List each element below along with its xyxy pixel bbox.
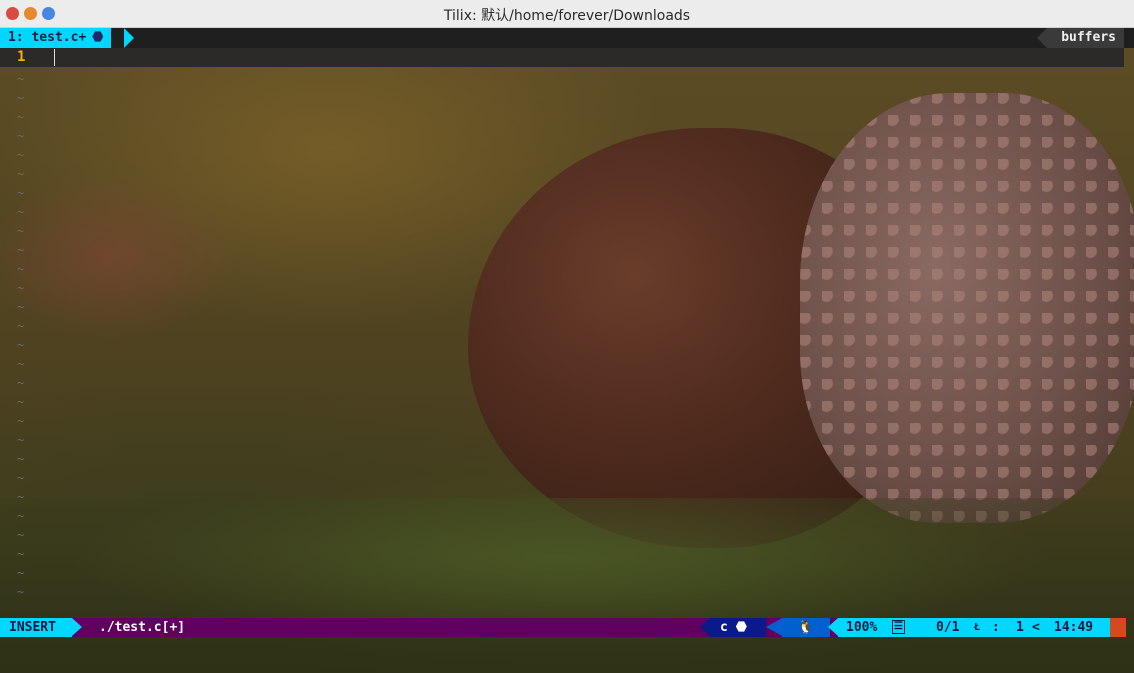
empty-line-marker: ~ — [17, 224, 25, 238]
empty-line-marker: ~ — [17, 547, 25, 561]
empty-line-marker: ~ — [17, 471, 25, 485]
moss-graphic — [0, 498, 1134, 673]
text-cursor — [54, 49, 55, 66]
empty-line-marker: ~ — [17, 490, 25, 504]
empty-line-marker: ~ — [17, 338, 25, 352]
empty-line-marker: ~ — [17, 186, 25, 200]
linux-tux-icon: 🐧 — [797, 620, 815, 635]
filetype-segment: c — [710, 618, 766, 637]
vim-tabline: 1: test.c+ buffers — [0, 28, 1134, 48]
os-segment: 🐧 — [782, 618, 830, 637]
empty-line-marker: ~ — [17, 205, 25, 219]
empty-line-markers: ~ ~ ~ ~ ~ ~ ~ ~ ~ ~ ~ ~ ~ ~ ~ ~ ~ ~ ~ ~ ~ ~ ~ ~ ~ ~ ~ ~ — [17, 70, 27, 602]
buffer-tab-label: 1: test.c+ — [8, 30, 87, 45]
position-segment: 100% ☰ 0/1 Ł : 1 < 14:49 — [838, 618, 1110, 637]
current-line: 1 — [1016, 620, 1024, 635]
filetype-separator-arrow — [700, 618, 710, 636]
terminal-background-image — [0, 28, 1134, 673]
buffer-tab-test-c[interactable]: 1: test.c+ — [0, 28, 112, 48]
ln-icon: Ł — [974, 622, 981, 633]
acorn-cap-graphic — [800, 93, 1134, 523]
c-language-icon — [735, 621, 747, 632]
filetype-label: c — [720, 620, 728, 635]
empty-line-marker: ~ — [17, 376, 25, 390]
position-separator-arrow — [828, 618, 838, 636]
line-number-icon: ☰ — [892, 620, 905, 634]
colon-separator: : — [992, 620, 1000, 635]
empty-line-marker: ~ — [17, 262, 25, 276]
window-titlebar: Tilix: 默认/home/forever/Downloads — [0, 0, 1134, 28]
statusline-endcap — [1110, 618, 1126, 637]
empty-line-marker: ~ — [17, 452, 25, 466]
empty-line-marker: ~ — [17, 167, 25, 181]
empty-line-marker: ~ — [17, 528, 25, 542]
empty-line-marker: ~ — [17, 148, 25, 162]
empty-line-marker: ~ — [17, 91, 25, 105]
empty-line-marker: ~ — [17, 357, 25, 371]
buffers-label: buffers — [1037, 28, 1124, 48]
empty-line-marker: ~ — [17, 414, 25, 428]
empty-line-marker: ~ — [17, 129, 25, 143]
chevron-left-icon: < — [1032, 620, 1040, 635]
line-number: 1 — [17, 49, 26, 65]
empty-line-marker: ~ — [17, 509, 25, 523]
empty-line-marker: ~ — [17, 243, 25, 257]
empty-line-marker: ~ — [17, 300, 25, 314]
empty-line-marker: ~ — [17, 566, 25, 580]
os-separator-arrow — [766, 618, 782, 636]
empty-line-marker: ~ — [17, 110, 25, 124]
empty-line-marker: ~ — [17, 319, 25, 333]
empty-line-marker: ~ — [17, 281, 25, 295]
tab-separator-arrow — [124, 28, 134, 48]
empty-line-marker: ~ — [17, 585, 25, 599]
error-count: 0/1 — [936, 620, 960, 635]
scroll-percent: 100% — [846, 620, 878, 635]
editor-cursor-line[interactable]: 1 — [0, 48, 1124, 67]
empty-line-marker: ~ — [17, 433, 25, 447]
empty-line-marker: ~ — [17, 395, 25, 409]
clock-time: 14:49 — [1054, 620, 1094, 635]
empty-line-marker: ~ — [17, 72, 25, 86]
file-path: ./test.c[+] — [99, 620, 186, 635]
c-language-icon — [92, 31, 104, 42]
mode-separator-arrow — [72, 618, 82, 636]
mode-indicator: INSERT — [0, 618, 72, 637]
window-title: Tilix: 默认/home/forever/Downloads — [443, 8, 691, 24]
vim-statusline: INSERT ./test.c[+] c 🐧 100% ☰ 0/1 Ł : 1 … — [0, 618, 1126, 637]
